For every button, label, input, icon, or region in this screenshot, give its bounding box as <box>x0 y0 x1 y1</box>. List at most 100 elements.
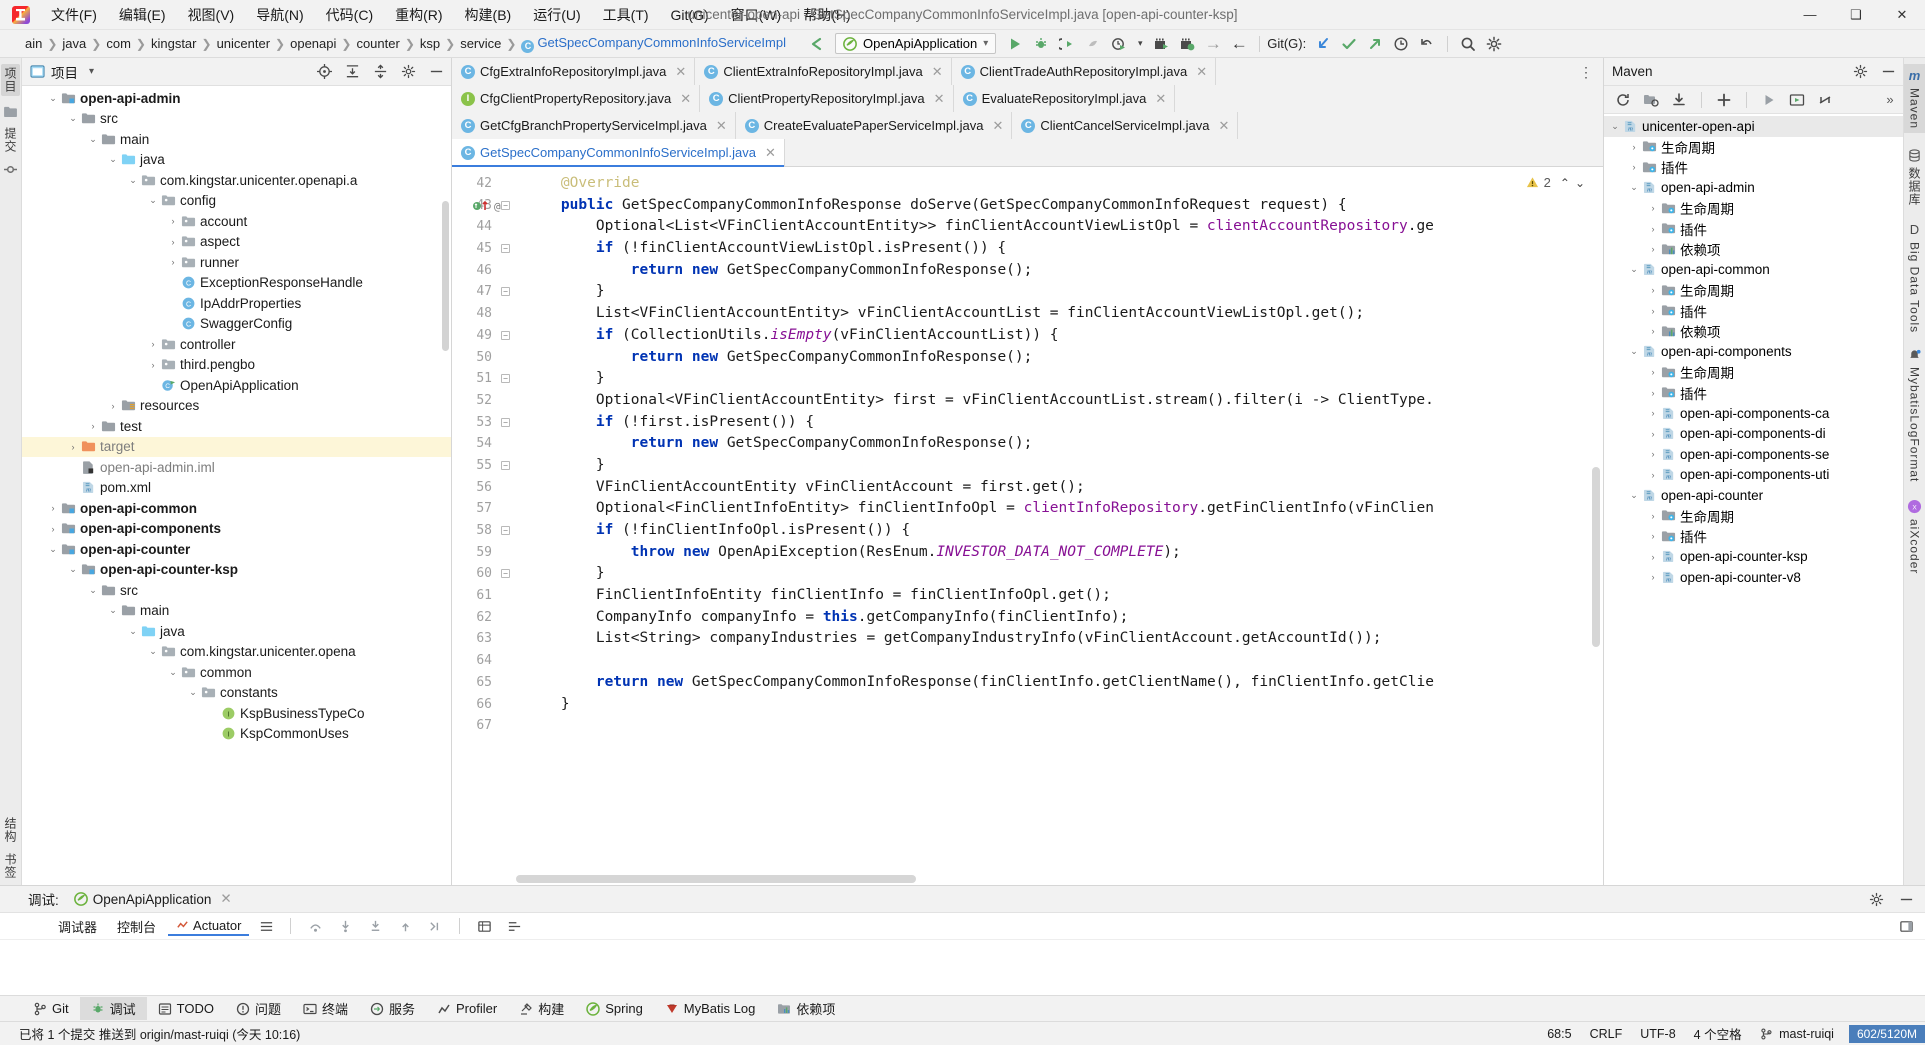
code-line[interactable]: CompanyInfo companyInfo = this.getCompan… <box>514 607 1603 629</box>
tool-window-button-problems[interactable]: 问题 <box>225 997 292 1020</box>
tree-twisty-icon[interactable]: › <box>1646 326 1660 336</box>
gutter-line[interactable]: 58− <box>452 520 514 542</box>
tree-twisty-icon[interactable]: ⌄ <box>1627 490 1641 501</box>
editor-vertical-scrollbar[interactable] <box>1592 467 1600 647</box>
maven-tree-row[interactable]: › m open-api-components-ca <box>1604 403 1903 424</box>
tree-twisty-icon[interactable]: ⌄ <box>106 154 120 165</box>
project-tree-scrollbar[interactable] <box>442 201 449 351</box>
strip-item-bookmarks[interactable]: 书签 <box>2 853 19 879</box>
maven-tree-row[interactable]: ⌄ m unicenter-open-api <box>1604 116 1903 137</box>
maven-tree-row[interactable]: ⌄ m open-api-common <box>1604 260 1903 281</box>
maven-run-icon[interactable] <box>1756 88 1782 112</box>
project-tree-row[interactable]: ⌄ open-api-admin <box>22 88 451 109</box>
menu-code[interactable]: 代码(C) <box>315 2 384 28</box>
maven-tree-row[interactable]: › m open-api-components-uti <box>1604 465 1903 486</box>
gutter-line[interactable]: 67 <box>452 715 514 737</box>
debug-button[interactable] <box>1028 32 1054 56</box>
code-fold-icon[interactable]: − <box>501 526 510 535</box>
tool-window-button-terminal[interactable]: 终端 <box>292 997 359 1020</box>
close-icon[interactable]: ✕ <box>675 64 686 80</box>
debug-tab-debugger[interactable]: 调试器 <box>50 915 105 938</box>
strip-item-commit[interactable]: 提交 <box>2 127 19 153</box>
editor-code[interactable]: @Override public GetSpecCompanyCommonInf… <box>514 167 1603 885</box>
code-line[interactable]: if (!first.isPresent()) { <box>514 412 1603 434</box>
settings-list-icon[interactable] <box>501 914 527 938</box>
editor-tab[interactable]: C ClientExtraInfoRepositoryImpl.java ✕ <box>695 58 952 85</box>
git-history-icon[interactable] <box>1388 32 1414 56</box>
project-tree-row[interactable]: › third.pengbo <box>22 355 451 376</box>
project-tree-row[interactable]: C ExceptionResponseHandle <box>22 273 451 294</box>
maven-tree-row[interactable]: ⌄ m open-api-admin <box>1604 178 1903 199</box>
maven-tree-row[interactable]: › 插件 <box>1604 301 1903 322</box>
code-fold-icon[interactable]: − <box>501 200 510 210</box>
chevron-down-icon[interactable]: ▾ <box>89 66 94 77</box>
code-fold-icon[interactable]: − <box>501 244 510 254</box>
tool-window-button-dep[interactable]: 依赖项 <box>766 997 846 1020</box>
code-line[interactable]: @Override <box>514 173 1603 195</box>
gutter-line[interactable]: 53− <box>452 412 514 434</box>
maven-tree-row[interactable]: › 依赖项 <box>1604 239 1903 260</box>
tool-window-button-git[interactable]: Git <box>22 999 80 1018</box>
gutter-line[interactable]: 49− <box>452 325 514 347</box>
stop-build-icon[interactable] <box>1148 32 1174 56</box>
editor-horizontal-scrollbar[interactable] <box>516 875 916 883</box>
project-tree-row[interactable]: › open-api-components <box>22 519 451 540</box>
gutter-line[interactable]: 56 <box>452 477 514 499</box>
gutter-line[interactable]: 65 <box>452 672 514 694</box>
profile-button[interactable] <box>1080 32 1106 56</box>
notifications-bell-icon[interactable] <box>1908 349 1921 362</box>
hide-panel-icon[interactable] <box>425 61 447 83</box>
strip-item-project[interactable]: 项目 <box>1 64 20 96</box>
editor-gutter[interactable]: 42 43 @ −44 45−46 47−48 49−50 51−52 53−54 55−56 57… <box>452 167 514 885</box>
code-line[interactable]: Optional<List<VFinClientAccountEntity>> … <box>514 216 1603 238</box>
gutter-line[interactable]: 66 <box>452 694 514 716</box>
tree-twisty-icon[interactable]: › <box>1646 511 1660 521</box>
maven-tree-row[interactable]: › m open-api-components-se <box>1604 444 1903 465</box>
tree-twisty-icon[interactable]: › <box>1646 470 1660 480</box>
debug-session-tab[interactable]: OpenApiApplication ✕ <box>67 888 239 910</box>
project-tree-row[interactable]: C SwaggerConfig <box>22 314 451 335</box>
gutter-line[interactable]: 47− <box>452 281 514 303</box>
tree-twisty-icon[interactable]: › <box>1627 162 1641 172</box>
tree-twisty-icon[interactable]: ⌄ <box>1627 264 1641 275</box>
tree-twisty-icon[interactable]: › <box>1646 552 1660 562</box>
expand-all-icon[interactable] <box>341 61 363 83</box>
project-tree-row[interactable]: I KspCommonUses <box>22 724 451 745</box>
close-button[interactable]: ✕ <box>1879 0 1925 30</box>
menu-build[interactable]: 构建(B) <box>454 2 523 28</box>
code-line[interactable]: return new GetSpecCompanyCommonInfoRespo… <box>514 672 1603 694</box>
gutter-line[interactable]: 62 <box>452 607 514 629</box>
menu-help[interactable]: 帮助(H) <box>792 2 861 28</box>
debug-hide-icon[interactable] <box>1895 888 1917 910</box>
maven-tree-row[interactable]: › 依赖项 <box>1604 321 1903 342</box>
drop-frame-icon[interactable] <box>422 914 448 938</box>
maven-tree-row[interactable]: › m open-api-components-di <box>1604 424 1903 445</box>
code-line[interactable]: List<String> companyIndustries = getComp… <box>514 628 1603 650</box>
strip-item-structure[interactable]: 结构 <box>2 817 19 843</box>
breadcrumb-item[interactable]: openapi <box>287 36 339 51</box>
gutter-line[interactable]: 60− <box>452 563 514 585</box>
back-nav-icon[interactable]: ← <box>1226 32 1252 56</box>
run-coverage-button[interactable] <box>1054 32 1080 56</box>
gutter-line[interactable]: 50 <box>452 347 514 369</box>
git-branch-widget[interactable]: mast-ruiqi <box>1751 1027 1843 1041</box>
debug-panel-expand-icon[interactable] <box>1893 914 1919 938</box>
project-tree-row[interactable]: ⌄ main <box>22 129 451 150</box>
editor-tab[interactable]: C CfgExtraInfoRepositoryImpl.java ✕ <box>452 58 696 85</box>
code-line[interactable]: if (!finClientInfoOpl.isPresent()) { <box>514 520 1603 542</box>
editor-tab[interactable]: I CfgClientPropertyRepository.java ✕ <box>452 85 701 112</box>
code-line[interactable]: Optional<VFinClientAccountEntity> first … <box>514 390 1603 412</box>
code-line[interactable]: } <box>514 281 1603 303</box>
build-project-icon[interactable] <box>1174 32 1200 56</box>
next-problem-icon[interactable]: ⌄ <box>1575 176 1585 190</box>
gutter-line[interactable]: 46 <box>452 260 514 282</box>
run-button[interactable] <box>1002 32 1028 56</box>
back-arrow-icon[interactable] <box>803 32 829 56</box>
step-over-icon[interactable] <box>302 914 328 938</box>
close-icon[interactable]: ✕ <box>1155 91 1166 107</box>
tree-twisty-icon[interactable]: ⌄ <box>46 544 60 555</box>
git-commit-icon[interactable] <box>1336 32 1362 56</box>
tool-window-button-build[interactable]: 构建 <box>508 997 575 1020</box>
code-line[interactable]: return new GetSpecCompanyCommonInfoRespo… <box>514 347 1603 369</box>
code-line[interactable]: if (!finClientAccountViewListOpl.isPrese… <box>514 238 1603 260</box>
